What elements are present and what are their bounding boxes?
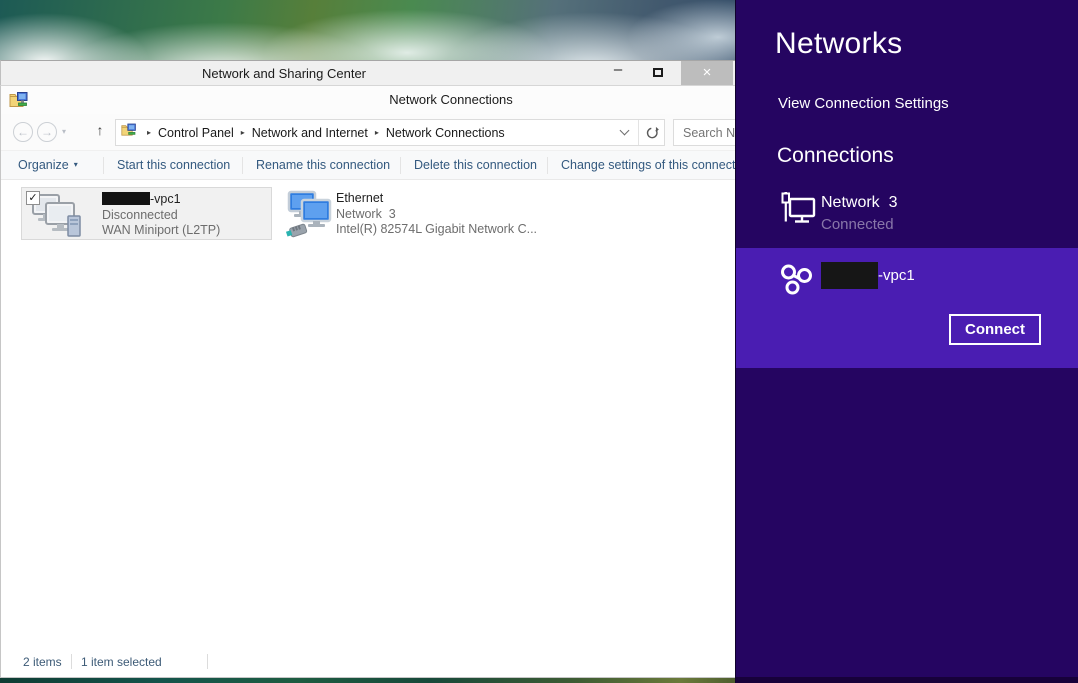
rename-connection-button[interactable]: Rename this connection — [256, 151, 390, 179]
maximize-button[interactable] — [641, 61, 675, 85]
toolbar-separator — [242, 157, 243, 174]
list-item-vpn-connection[interactable]: ✓ — [21, 187, 272, 240]
nsc-window-title: Network and Sharing Center — [1, 61, 567, 86]
vpn-icon — [778, 261, 816, 304]
ethernet-adapter-icon — [286, 190, 336, 243]
redacted-vpn-name — [821, 262, 878, 289]
connect-button[interactable]: Connect — [949, 314, 1041, 345]
organize-label: Organize — [18, 158, 69, 172]
items-count: 2 items — [23, 655, 62, 669]
charm-network-name: Network 3 — [821, 194, 897, 212]
change-settings-button[interactable]: Change settings of this connection — [561, 151, 752, 179]
close-icon: × — [703, 64, 712, 81]
charm-bottom-strip — [736, 677, 1078, 683]
check-icon: ✓ — [28, 192, 37, 204]
breadcrumb-arrow-icon: ▸ — [236, 128, 250, 137]
nsc-titlebar[interactable]: Network and Sharing Center – × — [1, 61, 735, 86]
connections-section-heading: Connections — [777, 144, 894, 168]
delete-connection-button[interactable]: Delete this connection — [414, 151, 537, 179]
charm-vpn-name-suffix: -vpc1 — [878, 262, 915, 289]
items-selected: 1 item selected — [81, 655, 162, 669]
minimize-icon: – — [614, 61, 622, 78]
refresh-icon — [645, 126, 659, 140]
connection-status: Network 3 — [336, 207, 537, 223]
item-text-block: Ethernet Network 3 Intel(R) 82574L Gigab… — [336, 191, 537, 238]
close-button[interactable]: × — [681, 61, 733, 85]
connection-device: Intel(R) 82574L Gigabit Network C... — [336, 222, 537, 238]
chevron-down-icon: ▾ — [62, 127, 66, 136]
connection-name: Ethernet — [336, 191, 537, 207]
toolbar-separator — [547, 157, 548, 174]
connection-name: -vpc1 — [102, 192, 220, 208]
organize-menu[interactable]: Organize▾ — [18, 151, 78, 179]
address-bar[interactable]: ▸ Control Panel ▸ Network and Internet ▸… — [115, 119, 665, 146]
back-icon: ← — [17, 125, 29, 139]
connection-status: Disconnected — [102, 208, 220, 224]
toolbar-separator — [400, 157, 401, 174]
forward-button[interactable]: → — [37, 122, 57, 142]
maximize-icon — [653, 68, 663, 77]
status-separator — [207, 654, 208, 669]
item-text-block: -vpc1 Disconnected WAN Miniport (L2TP) — [102, 192, 220, 239]
chevron-down-icon: ▾ — [69, 160, 78, 169]
redacted-name — [102, 192, 150, 205]
address-dropdown-chevron-icon[interactable] — [620, 126, 630, 136]
charm-title: Networks — [775, 27, 902, 61]
breadcrumb-network-connections[interactable]: Network Connections — [384, 126, 507, 140]
start-connection-button[interactable]: Start this connection — [117, 151, 230, 179]
list-item-ethernet[interactable]: Ethernet Network 3 Intel(R) 82574L Gigab… — [286, 187, 551, 240]
charm-network3-row[interactable]: Network 3 Connected — [736, 186, 1078, 242]
minimize-button[interactable]: – — [601, 61, 635, 85]
up-button[interactable]: ↑ — [91, 122, 109, 138]
breadcrumb-network-and-internet[interactable]: Network and Internet — [250, 126, 370, 140]
networks-charm-panel: Networks View Connection Settings Connec… — [735, 0, 1078, 683]
charm-vpn-row-selected[interactable]: -vpc1 Connect — [736, 248, 1078, 368]
refresh-button[interactable] — [638, 120, 664, 145]
back-button[interactable]: ← — [13, 122, 33, 142]
up-icon: ↑ — [97, 122, 104, 138]
charm-network-status: Connected — [821, 216, 894, 233]
desktop-wallpaper — [0, 0, 740, 62]
status-separator — [71, 654, 72, 669]
breadcrumb-control-panel[interactable]: Control Panel — [156, 126, 236, 140]
connection-name-suffix: -vpc1 — [150, 192, 181, 206]
forward-icon: → — [41, 125, 53, 139]
item-checkbox[interactable]: ✓ — [26, 191, 40, 205]
connection-device: WAN Miniport (L2TP) — [102, 223, 220, 239]
address-location-icon — [121, 122, 137, 143]
breadcrumb-arrow-icon: ▸ — [142, 128, 156, 137]
recent-pages-dropdown[interactable]: ▾ — [62, 127, 66, 136]
breadcrumb-arrow-icon: ▸ — [370, 128, 384, 137]
desktop-screen: Network and Sharing Center – × Network C… — [0, 0, 1078, 683]
toolbar-separator — [103, 157, 104, 174]
view-connection-settings-link[interactable]: View Connection Settings — [778, 95, 949, 112]
wired-network-icon — [780, 192, 818, 235]
